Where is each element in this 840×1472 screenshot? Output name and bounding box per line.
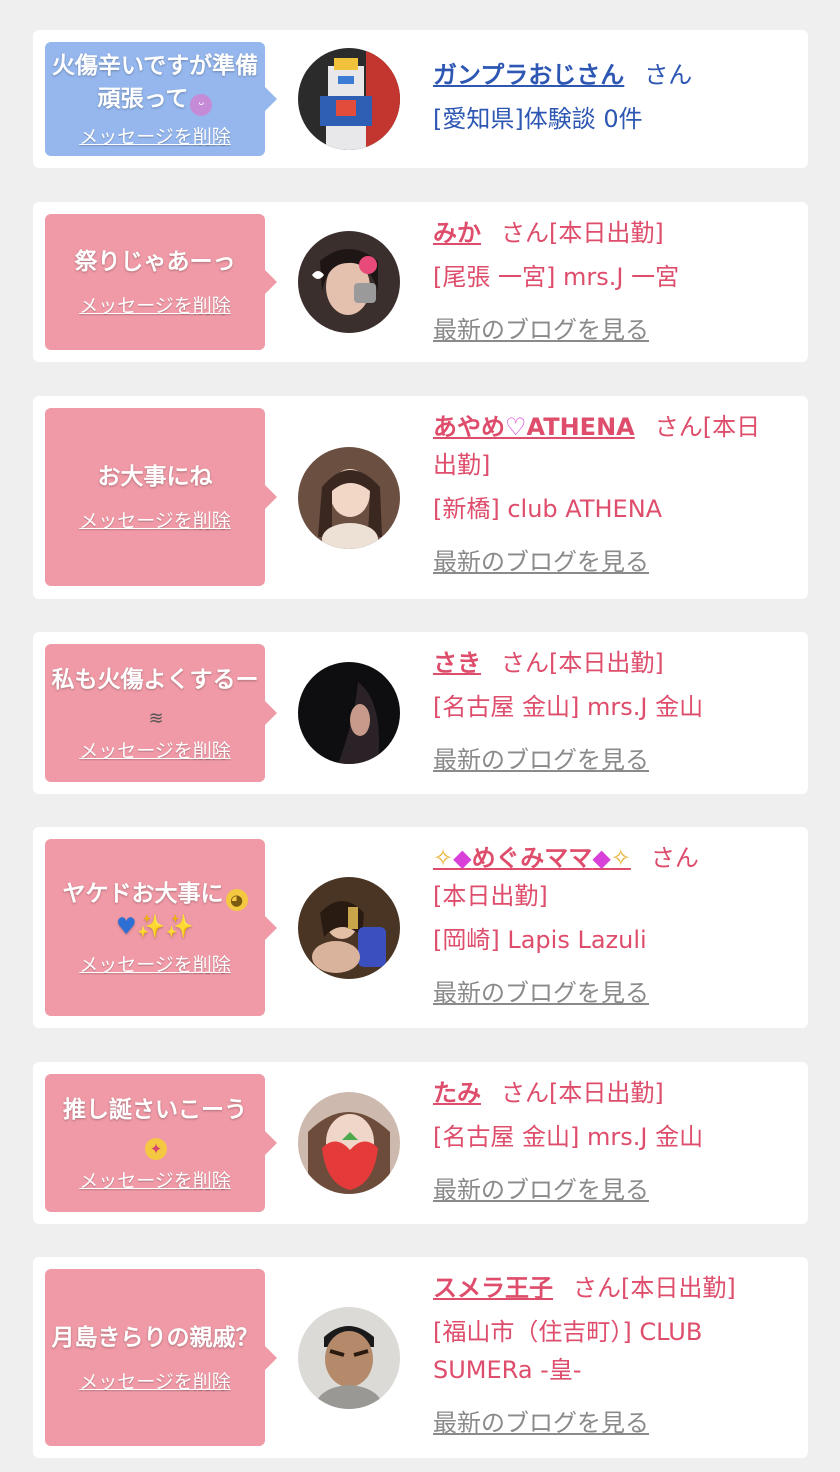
message-text: お大事にね [97, 464, 213, 490]
latest-blog-link[interactable]: 最新のブログを見る [433, 312, 793, 348]
delete-message-button[interactable]: メッセージを削除 [79, 506, 231, 533]
sender-name-link[interactable]: スメラ王子 [433, 1274, 553, 1302]
sender-location: [愛知県]体験談 0件 [433, 105, 643, 133]
gem-icon: ◆ [453, 844, 472, 872]
message-card: お大事にね メッセージを削除 あやめ♡ATHENA さん[本日 出勤] [新橋] … [33, 396, 808, 599]
sender-location: [福山市（住吉町）] CLUB [433, 1318, 703, 1346]
sender-name-link[interactable]: たみ [433, 1079, 481, 1107]
sparkles-icon: ✧ [433, 844, 454, 872]
delete-message-button[interactable]: メッセージを削除 [79, 736, 231, 763]
avatar[interactable] [298, 1307, 400, 1409]
message-card: 私も火傷よくするー≋ メッセージを削除 さき さん[本日出勤] [名古屋 金山] … [33, 632, 808, 794]
sender-name-link[interactable]: ガンプラおじさん [433, 61, 624, 89]
sender-info: あやめ♡ATHENA さん[本日 出勤] [新橋] club ATHENA 最新の… [433, 408, 793, 580]
blue-heart-emoji-icon: ♥ [116, 914, 137, 940]
avatar[interactable] [298, 447, 400, 549]
message-text: 祭りじゃあーっ [74, 249, 236, 275]
message-list: 火傷辛いですが準備頑張って ᵕ メッセージを削除 ガンプラおじさん さん [愛知県]… [0, 0, 840, 1472]
sender-name-link[interactable]: あやめ♡ATHENA [433, 413, 635, 441]
sender-info: さき さん[本日出勤] [名古屋 金山] mrs.J 金山 最新のブログを見る [433, 644, 793, 778]
honorific: さん[本日 [654, 413, 761, 441]
delete-message-button[interactable]: メッセージを削除 [79, 1166, 231, 1193]
message-card: 祭りじゃあーっ メッセージを削除 みか さん[本日出勤] [尾張 一宮] mrs.… [33, 202, 808, 362]
avatar[interactable] [298, 662, 400, 764]
message-card: ヤケドお大事に ◕ ♥✨✨ メッセージを削除 ✧◆めぐみママ◆✧ さん [本日出勤] … [33, 827, 808, 1028]
sender-info: ✧◆めぐみママ◆✧ さん [本日出勤] [岡崎] Lapis Lazuli 最新の… [433, 839, 793, 1011]
honorific: さん[本日出勤] [501, 649, 664, 677]
honorific-continued: 出勤] [433, 451, 491, 479]
message-text: 私も火傷よくするー≋ [51, 666, 259, 729]
honorific: さん[本日出勤] [501, 1079, 664, 1107]
sender-info: スメラ王子 さん[本日出勤] [福山市（住吉町）] CLUB SUMERa -皇-… [433, 1269, 793, 1441]
message-bubble: ヤケドお大事に ◕ ♥✨✨ メッセージを削除 [45, 839, 277, 1016]
delete-message-button[interactable]: メッセージを削除 [79, 950, 231, 977]
honorific: さん[本日出勤] [501, 219, 664, 247]
sender-name-link[interactable]: ✧◆めぐみママ◆✧ [433, 844, 631, 872]
avatar[interactable] [298, 1092, 400, 1194]
message-bubble: 祭りじゃあーっ メッセージを削除 [45, 214, 277, 350]
sender-info: ガンプラおじさん さん [愛知県]体験談 0件 [433, 56, 793, 138]
sender-location: [尾張 一宮] mrs.J 一宮 [433, 263, 680, 291]
message-bubble: 推し誕さいこーう ✦ メッセージを削除 [45, 1074, 277, 1212]
sender-location: [岡崎] Lapis Lazuli [433, 926, 647, 954]
delete-message-button[interactable]: メッセージを削除 [79, 122, 231, 149]
honorific: さん [650, 844, 699, 872]
delete-message-button[interactable]: メッセージを削除 [79, 1367, 231, 1394]
pleading-face-emoji-icon: ◕ [225, 889, 248, 911]
avatar[interactable] [298, 877, 400, 979]
honorific-continued: [本日出勤] [433, 882, 548, 910]
heart-icon: ♡ [505, 413, 527, 441]
sender-name-link[interactable]: さき [433, 649, 481, 677]
message-text: ヤケドお大事に ◕ ♥✨✨ [63, 878, 248, 944]
message-text: 火傷辛いですが準備頑張って ᵕ [51, 52, 259, 116]
sender-name-link[interactable]: みか [433, 219, 481, 247]
gem-icon: ◆ [592, 844, 611, 872]
message-bubble: 火傷辛いですが準備頑張って ᵕ メッセージを削除 [45, 42, 277, 156]
message-card: 火傷辛いですが準備頑張って ᵕ メッセージを削除 ガンプラおじさん さん [愛知県]… [33, 30, 808, 168]
sender-location: [名古屋 金山] mrs.J 金山 [433, 693, 704, 721]
honorific: さん [644, 61, 693, 89]
avatar[interactable] [298, 48, 400, 150]
latest-blog-link[interactable]: 最新のブログを見る [433, 1405, 793, 1441]
latest-blog-link[interactable]: 最新のブログを見る [433, 1172, 793, 1208]
sender-info: みか さん[本日出勤] [尾張 一宮] mrs.J 一宮 最新のブログを見る [433, 214, 793, 348]
latest-blog-link[interactable]: 最新のブログを見る [433, 742, 793, 778]
message-bubble: 私も火傷よくするー≋ メッセージを削除 [45, 644, 277, 782]
message-text: 推し誕さいこーう ✦ [63, 1096, 247, 1160]
sender-location: [新橋] club ATHENA [433, 495, 663, 523]
honorific: さん[本日出勤] [573, 1274, 736, 1302]
message-bubble: お大事にね メッセージを削除 [45, 408, 277, 586]
delete-message-button[interactable]: メッセージを削除 [79, 291, 231, 318]
sender-location-continued: SUMERa -皇- [433, 1356, 582, 1384]
message-card: 月島きらりの親戚？ メッセージを削除 スメラ王子 さん[本日出勤] [福山市（住吉… [33, 1257, 808, 1458]
sender-info: たみ さん[本日出勤] [名古屋 金山] mrs.J 金山 最新のブログを見る [433, 1074, 793, 1208]
latest-blog-link[interactable]: 最新のブログを見る [433, 544, 793, 580]
sender-location: [名古屋 金山] mrs.J 金山 [433, 1123, 704, 1151]
party-face-emoji-icon: ✦ [145, 1137, 167, 1160]
message-card: 推し誕さいこーう ✦ メッセージを削除 たみ さん[本日出勤] [名古屋 金山] m… [33, 1062, 808, 1224]
sparkles-emoji-icon: ✨✨ [136, 914, 194, 940]
message-bubble: 月島きらりの親戚？ メッセージを削除 [45, 1269, 277, 1446]
sparkles-icon: ✧ [610, 844, 631, 872]
avatar[interactable] [298, 231, 400, 333]
grinning-sweat-emoji-icon: ᵕ [190, 93, 213, 116]
dash-emoji-icon: ≋ [148, 707, 164, 729]
message-text: 月島きらりの親戚？ [51, 1324, 259, 1351]
latest-blog-link[interactable]: 最新のブログを見る [433, 975, 793, 1011]
